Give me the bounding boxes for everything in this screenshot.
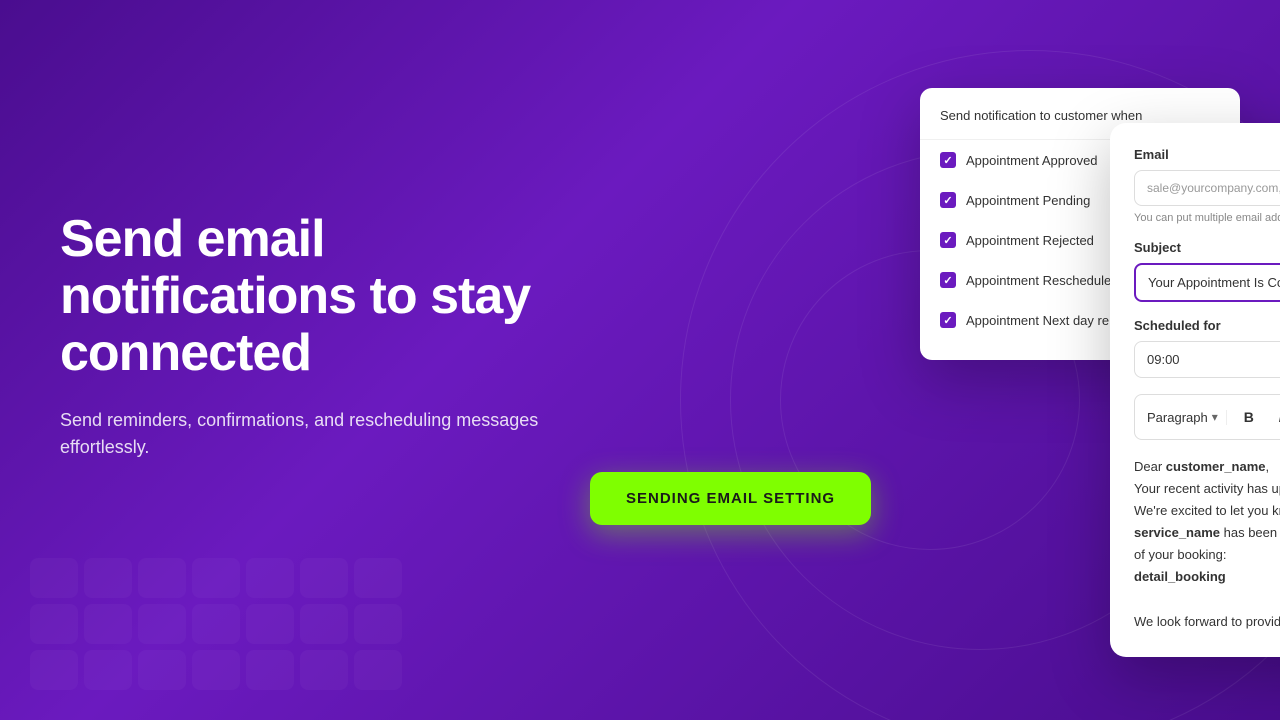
checkbox-rescheduled[interactable] (940, 272, 956, 288)
checkbox-pending[interactable] (940, 192, 956, 208)
cta-area: SENDING EMAIL SETTING (590, 472, 871, 525)
italic-button[interactable]: I (1267, 403, 1280, 431)
text-toolbar: Paragraph ▾ B I U A ··· (1134, 394, 1280, 440)
notif-label-rescheduled: Appointment Rescheduled (966, 273, 1119, 288)
notif-label-approved: Appointment Approved (966, 153, 1098, 168)
chevron-down-icon: ▾ (1212, 410, 1218, 424)
checkbox-rejected[interactable] (940, 232, 956, 248)
bold-button[interactable]: B (1235, 403, 1263, 431)
checkbox-approved[interactable] (940, 152, 956, 168)
page-title: Send email notifications to stay connect… (60, 211, 610, 383)
subject-input[interactable] (1134, 263, 1280, 302)
scheduled-label: Scheduled for (1134, 318, 1280, 333)
email-line5: service_name has been approved! Here are… (1134, 522, 1280, 544)
page-subtitle: Send reminders, confirmations, and resch… (60, 407, 610, 461)
email-body: Dear customer_name, Your recent activity… (1134, 456, 1280, 633)
scheduled-time-select[interactable]: 09:00 ▾ (1134, 341, 1280, 378)
email-line6: of your booking: (1134, 544, 1280, 566)
notif-label-rejected: Appointment Rejected (966, 233, 1094, 248)
keyboard-decoration (30, 558, 402, 690)
left-section: Send email notifications to stay connect… (60, 211, 610, 509)
email-greeting: Dear customer_name, (1134, 456, 1280, 478)
paragraph-select[interactable]: Paragraph ▾ (1147, 410, 1227, 425)
checkbox-nextday[interactable] (940, 312, 956, 328)
notif-label-pending: Appointment Pending (966, 193, 1090, 208)
email-line2: Your recent activity has updates: servic… (1134, 478, 1280, 500)
ui-area: Send notification to customer when Appoi… (920, 88, 1240, 360)
email-booking-var: detail_booking (1134, 566, 1280, 588)
subject-label: Subject (1134, 240, 1280, 255)
email-hint: You can put multiple email addresses sep… (1134, 212, 1280, 224)
email-input[interactable]: sale@yourcompany.com, sale2@yourcompany.… (1134, 170, 1280, 206)
paragraph-label: Paragraph (1147, 410, 1208, 425)
email-line4: We're excited to let you know that your … (1134, 500, 1280, 522)
sending-email-setting-button[interactable]: SENDING EMAIL SETTING (590, 472, 871, 525)
email-settings-panel: Email sale@yourcompany.com, sale2@yourco… (1110, 123, 1280, 657)
scheduled-time-value: 09:00 (1147, 352, 1180, 367)
email-closing: We look forward to providing you with a … (1134, 611, 1280, 633)
email-field-label: Email (1134, 147, 1280, 162)
